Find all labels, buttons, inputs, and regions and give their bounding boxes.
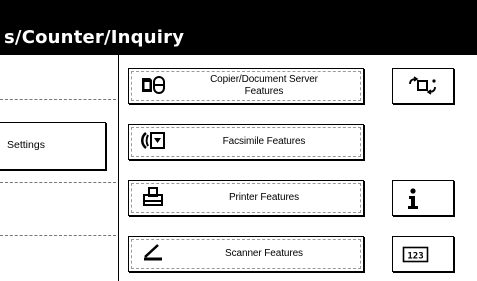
- printer-label: Printer Features: [228, 192, 300, 203]
- information-icon: [408, 188, 418, 209]
- settings-label: Settings: [7, 139, 45, 151]
- title-bar: s/Counter/Inquiry: [0, 0, 477, 55]
- language-change-button[interactable]: [392, 68, 454, 104]
- scanner-icon: [144, 244, 162, 261]
- scanner-label: Scanner Features: [225, 248, 303, 259]
- printer-icon: [143, 187, 163, 206]
- facsimile-features-button[interactable]: Facsimile Features: [128, 124, 364, 160]
- facsimile-label: Facsimile Features: [222, 136, 306, 147]
- copier-document-server-features-button[interactable]: Copier/Document Server Features: [128, 68, 364, 104]
- page-title: s/Counter/Inquiry: [4, 27, 185, 48]
- settings-button[interactable]: Settings: [0, 122, 106, 170]
- printer-features-button[interactable]: Printer Features: [128, 180, 364, 216]
- copier-document-server-icon: [142, 76, 165, 94]
- copier-document-server-label: Copier/Document Server Features: [210, 74, 318, 97]
- svg-text:123: 123: [407, 252, 423, 262]
- left-row-divider: [0, 235, 116, 236]
- language-change-icon: [409, 76, 436, 95]
- left-row-divider: [0, 182, 116, 183]
- left-row-divider: [0, 99, 116, 100]
- counter-icon: 123: [402, 246, 429, 263]
- information-button[interactable]: [392, 180, 454, 216]
- column-divider: [118, 55, 119, 281]
- facsimile-icon: [141, 132, 165, 149]
- counter-button[interactable]: 123: [392, 236, 454, 272]
- scanner-features-button[interactable]: Scanner Features: [128, 236, 364, 272]
